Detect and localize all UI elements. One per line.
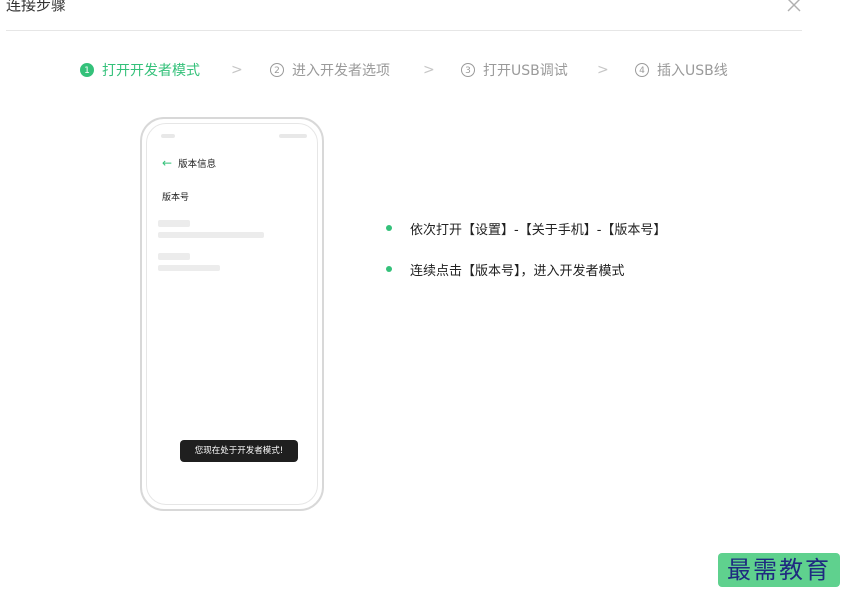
step-label: 进入开发者选项: [292, 63, 390, 79]
bullet-dot: [386, 225, 392, 231]
placeholder-line: [158, 253, 190, 260]
instruction-item: 连续点击【版本号】，进入开发者模式: [386, 259, 666, 279]
chevron-right-icon: >: [231, 62, 243, 78]
chevron-right-icon: >: [423, 62, 435, 78]
step-number: 3: [461, 63, 475, 77]
step-1[interactable]: 1 打开开发者模式: [80, 60, 200, 80]
phone-screen: ← 版本信息 版本号 您现在处于开发者模式!: [146, 123, 318, 505]
phone-header: ← 版本信息: [162, 156, 216, 170]
dialog-title: 连接步骤: [6, 0, 67, 14]
step-number: 2: [270, 63, 284, 77]
step-label: 打开USB调试: [483, 63, 568, 79]
step-3[interactable]: 3 打开USB调试: [461, 60, 568, 80]
phone-header-title: 版本信息: [178, 159, 217, 170]
phone-status-bar-right: [279, 134, 307, 138]
bullet-dot: [386, 266, 392, 272]
step-indicator: 1 打开开发者模式 > 2 进入开发者选项 > 3 打开USB调试 > 4 插入…: [0, 60, 850, 82]
step-number: 4: [635, 63, 649, 77]
developer-mode-toast: 您现在处于开发者模式!: [180, 440, 298, 462]
header-divider: [6, 30, 802, 31]
step-label: 打开开发者模式: [102, 63, 200, 79]
watermark-logo: 最需教育: [718, 553, 840, 587]
watermark-text: 最需教育: [727, 556, 831, 584]
step-label: 插入USB线: [657, 63, 728, 79]
step-2[interactable]: 2 进入开发者选项: [270, 60, 390, 80]
instruction-text: 依次打开【设置】-【关于手机】-【版本号】: [410, 222, 667, 238]
version-label: 版本号: [162, 193, 190, 203]
instruction-list: 依次打开【设置】-【关于手机】-【版本号】 连续点击【版本号】，进入开发者模式: [386, 218, 666, 300]
step-4[interactable]: 4 插入USB线: [635, 60, 728, 80]
instruction-text: 连续点击【版本号】，进入开发者模式: [410, 263, 625, 279]
arrow-left-icon: ←: [162, 156, 173, 170]
close-icon[interactable]: [785, 0, 803, 14]
phone-illustration: ← 版本信息 版本号 您现在处于开发者模式!: [140, 117, 324, 511]
phone-status-bar-left: [161, 134, 175, 138]
step-number: 1: [80, 63, 94, 77]
placeholder-line: [158, 265, 220, 271]
instruction-item: 依次打开【设置】-【关于手机】-【版本号】: [386, 218, 666, 238]
placeholder-line: [158, 220, 190, 227]
chevron-right-icon: >: [597, 62, 609, 78]
placeholder-line: [158, 232, 264, 238]
